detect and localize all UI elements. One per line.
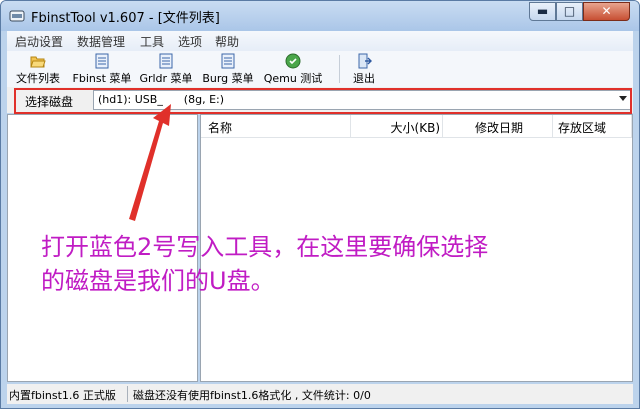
header-divider — [201, 137, 632, 138]
exit-door-icon — [358, 53, 372, 69]
title-bar: FbinstTool v1.607 - [文件列表] ▬ □ ✕ — [1, 1, 639, 31]
menu-boot-settings[interactable]: 启动设置 — [15, 33, 63, 50]
disk-select-bar: 选择磁盘 (hd1): USB_ (8g, E:) — [7, 87, 633, 113]
menu-help[interactable]: 帮助 — [215, 33, 239, 50]
exit-button[interactable]: 退出 — [347, 53, 381, 87]
file-list-label: 文件列表 — [16, 72, 60, 85]
grldr-menu-button[interactable]: Grldr 菜单 — [138, 53, 194, 87]
document-icon — [159, 53, 173, 69]
folder-open-icon — [30, 56, 46, 68]
window-title: FbinstTool v1.607 - [文件列表] — [31, 11, 220, 26]
qemu-globe-icon — [285, 53, 301, 69]
status-disk-info: 磁盘还没有使用fbinst1.6格式化 , 文件统计: 0/0 — [133, 389, 371, 402]
column-header-size[interactable]: 大小(KB) — [351, 115, 443, 137]
document-icon — [95, 53, 109, 69]
menu-data-management[interactable]: 数据管理 — [77, 33, 125, 50]
toolbar-separator — [339, 55, 340, 83]
close-button[interactable]: ✕ — [583, 2, 630, 21]
disk-select-value: (hd1): USB_ (8g, E:) — [98, 93, 225, 106]
menu-options[interactable]: 选项 — [178, 33, 202, 50]
column-header-location[interactable]: 存放区域 — [553, 115, 632, 137]
grldr-menu-label: Grldr 菜单 — [139, 72, 193, 85]
app-icon — [9, 10, 25, 22]
burg-menu-button[interactable]: Burg 菜单 — [201, 53, 255, 87]
file-list-button[interactable]: 文件列表 — [12, 53, 64, 87]
qemu-test-label: Qemu 测试 — [263, 72, 323, 85]
annotation-text-line-2: 的磁盘是我们的U盘。 — [41, 267, 275, 295]
burg-menu-label: Burg 菜单 — [202, 72, 254, 85]
status-version: 内置fbinst1.6 正式版 — [9, 389, 116, 402]
minimize-button[interactable]: ▬ — [529, 2, 556, 21]
fbinst-menu-button[interactable]: Fbinst 菜单 — [71, 53, 133, 87]
menu-tools[interactable]: 工具 — [140, 33, 164, 50]
menu-bar: 启动设置 数据管理 工具 选项 帮助 — [7, 31, 633, 51]
column-header-name[interactable]: 名称 — [201, 115, 351, 137]
dropdown-arrow-icon[interactable] — [619, 96, 627, 101]
fbinst-menu-label: Fbinst 菜单 — [72, 72, 132, 85]
document-icon — [221, 53, 235, 69]
select-disk-label: 选择磁盘 — [25, 95, 74, 109]
maximize-button[interactable]: □ — [556, 2, 583, 21]
exit-label: 退出 — [353, 72, 375, 85]
toolbar: 文件列表 Fbinst 菜单 Grldr 菜单 Burg 菜单 Qemu 测试 … — [7, 51, 633, 87]
status-bar: 内置fbinst1.6 正式版 磁盘还没有使用fbinst1.6格式化 , 文件… — [7, 384, 633, 404]
annotation-text-line-1: 打开蓝色2号写入工具，在这里要确保选择 — [41, 233, 489, 261]
qemu-test-button[interactable]: Qemu 测试 — [262, 53, 324, 87]
app-window: FbinstTool v1.607 - [文件列表] ▬ □ ✕ 启动设置 数据… — [0, 0, 640, 409]
disk-select-dropdown[interactable]: (hd1): USB_ (8g, E:) — [93, 90, 631, 110]
column-header-modified[interactable]: 修改日期 — [443, 115, 553, 137]
status-separator — [127, 386, 128, 402]
